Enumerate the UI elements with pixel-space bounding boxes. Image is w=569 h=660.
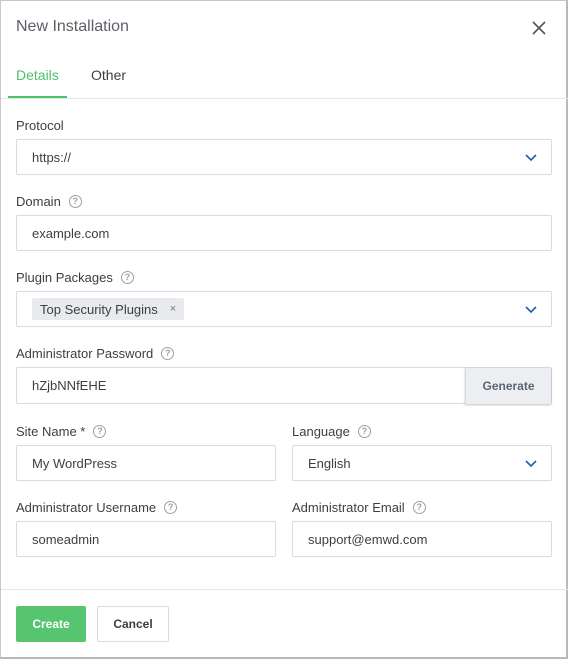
help-icon[interactable]: ? xyxy=(93,425,107,438)
help-icon[interactable]: ? xyxy=(412,501,426,514)
admin-email-label: Administrator Email ? xyxy=(292,500,426,515)
admin-email-input[interactable]: support@emwd.com xyxy=(292,521,552,557)
close-icon[interactable] xyxy=(529,18,549,38)
protocol-value: https:// xyxy=(32,149,72,165)
admin-password-input[interactable]: hZjbNNfEHE Generate xyxy=(16,367,552,404)
chevron-down-icon xyxy=(525,154,537,162)
plugin-tag: Top Security Plugins × xyxy=(32,298,185,320)
help-icon[interactable]: ? xyxy=(357,425,371,438)
dialog-title: New Installation xyxy=(16,18,129,35)
create-button[interactable]: Create xyxy=(16,606,86,642)
plugin-packages-label: Plugin Packages ? xyxy=(16,270,134,285)
admin-username-value: someadmin xyxy=(32,531,100,547)
admin-username-input[interactable]: someadmin xyxy=(16,521,276,557)
admin-email-value: support@emwd.com xyxy=(308,531,428,547)
admin-password-value: hZjbNNfEHE xyxy=(32,378,107,393)
tab-details[interactable]: Details xyxy=(16,67,59,97)
language-value: English xyxy=(308,455,351,471)
site-name-label: Site Name * ? xyxy=(16,424,107,439)
admin-username-label: Administrator Username ? xyxy=(16,500,178,515)
cancel-button[interactable]: Cancel xyxy=(97,606,169,642)
protocol-label: Protocol xyxy=(16,118,64,133)
protocol-select[interactable]: https:// xyxy=(16,139,552,175)
domain-label: Domain ? xyxy=(16,194,82,209)
tab-bar: Details Other xyxy=(1,57,568,99)
admin-password-label: Administrator Password ? xyxy=(16,346,175,361)
domain-input[interactable]: example.com xyxy=(16,215,552,251)
active-tab-indicator xyxy=(8,96,67,98)
tab-other[interactable]: Other xyxy=(91,67,126,97)
new-installation-dialog: New Installation Details Other Protocol … xyxy=(0,0,568,659)
remove-tag-icon[interactable]: × xyxy=(170,303,176,315)
site-name-value: My WordPress xyxy=(32,455,117,471)
language-label: Language ? xyxy=(292,424,371,439)
generate-password-button[interactable]: Generate xyxy=(465,368,551,404)
plugin-tag-label: Top Security Plugins xyxy=(40,301,158,317)
help-icon[interactable]: ? xyxy=(161,347,175,360)
help-icon[interactable]: ? xyxy=(120,271,134,284)
footer-divider xyxy=(1,589,568,590)
language-select[interactable]: English xyxy=(292,445,552,481)
chevron-down-icon xyxy=(525,460,537,468)
help-icon[interactable]: ? xyxy=(164,501,178,514)
help-icon[interactable]: ? xyxy=(68,195,82,208)
chevron-down-icon xyxy=(525,306,537,314)
site-name-input[interactable]: My WordPress xyxy=(16,445,276,481)
domain-value: example.com xyxy=(32,225,110,241)
plugin-packages-select[interactable]: Top Security Plugins × xyxy=(16,291,552,327)
